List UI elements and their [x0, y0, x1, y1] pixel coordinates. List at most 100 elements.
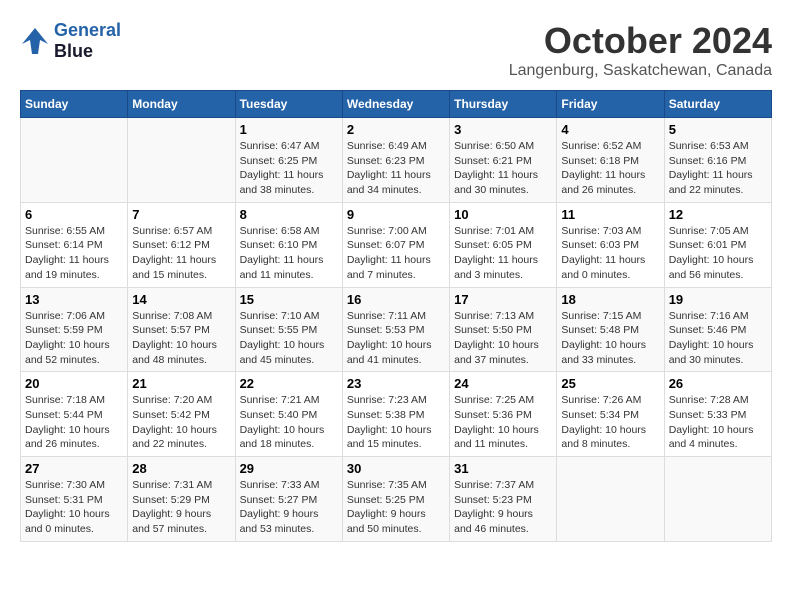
day-cell-30: 30Sunrise: 7:35 AM Sunset: 5:25 PM Dayli… — [342, 457, 449, 542]
day-cell-22: 22 Sunrise: 7:21 AM Sunset: 5:40 PM Dayli… — [235, 372, 342, 457]
day-info: Sunrise: 7:23 AM Sunset: 5:38 PM Dayligh… — [347, 393, 445, 452]
day-number: 23 — [347, 376, 445, 391]
header-monday: Monday — [128, 91, 235, 118]
day-cell-9: 9 Sunrise: 7:00 AM Sunset: 6:07 PM Daylig… — [342, 202, 449, 287]
empty-cell — [128, 118, 235, 203]
day-number: 25 — [561, 376, 659, 391]
day-cell-31: 31 Sunrise: 7:37 AM Sunset: 5:23 PM Dayli… — [450, 457, 557, 542]
day-info: Sunrise: 7:18 AM Sunset: 5:44 PM Dayligh… — [25, 393, 123, 452]
day-cell-5: 5 Sunrise: 6:53 AM Sunset: 6:16 PM Daylig… — [664, 118, 771, 203]
week-row-1: 1Sunrise: 6:47 AM Sunset: 6:25 PM Daylig… — [21, 118, 772, 203]
day-cell-26: 26 Sunrise: 7:28 AM Sunset: 5:33 PM Dayli… — [664, 372, 771, 457]
day-info: Sunrise: 6:58 AM Sunset: 6:10 PM Dayligh… — [240, 224, 338, 283]
day-number: 24 — [454, 376, 552, 391]
header-sunday: Sunday — [21, 91, 128, 118]
day-number: 26 — [669, 376, 767, 391]
day-info: Sunrise: 7:10 AM Sunset: 5:55 PM Dayligh… — [240, 309, 338, 368]
header-friday: Friday — [557, 91, 664, 118]
day-cell-19: 19 Sunrise: 7:16 AM Sunset: 5:46 PM Dayli… — [664, 287, 771, 372]
day-number: 11 — [561, 207, 659, 222]
day-number: 15 — [240, 292, 338, 307]
day-cell-20: 20 Sunrise: 7:18 AM Sunset: 5:44 PM Dayli… — [21, 372, 128, 457]
day-info: Sunrise: 6:52 AM Sunset: 6:18 PM Dayligh… — [561, 139, 659, 198]
week-row-2: 6Sunrise: 6:55 AM Sunset: 6:14 PM Daylig… — [21, 202, 772, 287]
day-cell-28: 28 Sunrise: 7:31 AM Sunset: 5:29 PM Dayli… — [128, 457, 235, 542]
calendar-table: SundayMondayTuesdayWednesdayThursdayFrid… — [20, 90, 772, 542]
day-cell-1: 1Sunrise: 6:47 AM Sunset: 6:25 PM Daylig… — [235, 118, 342, 203]
location: Langenburg, Saskatchewan, Canada — [509, 62, 772, 80]
day-cell-10: 10 Sunrise: 7:01 AM Sunset: 6:05 PM Dayli… — [450, 202, 557, 287]
empty-cell — [21, 118, 128, 203]
day-number: 31 — [454, 461, 552, 476]
day-info: Sunrise: 7:16 AM Sunset: 5:46 PM Dayligh… — [669, 309, 767, 368]
day-info: Sunrise: 6:57 AM Sunset: 6:12 PM Dayligh… — [132, 224, 230, 283]
week-row-5: 27Sunrise: 7:30 AM Sunset: 5:31 PM Dayli… — [21, 457, 772, 542]
day-cell-17: 17 Sunrise: 7:13 AM Sunset: 5:50 PM Dayli… — [450, 287, 557, 372]
empty-cell — [664, 457, 771, 542]
day-info: Sunrise: 7:08 AM Sunset: 5:57 PM Dayligh… — [132, 309, 230, 368]
day-cell-11: 11 Sunrise: 7:03 AM Sunset: 6:03 PM Dayli… — [557, 202, 664, 287]
day-info: Sunrise: 7:00 AM Sunset: 6:07 PM Dayligh… — [347, 224, 445, 283]
day-info: Sunrise: 7:13 AM Sunset: 5:50 PM Dayligh… — [454, 309, 552, 368]
day-cell-24: 24Sunrise: 7:25 AM Sunset: 5:36 PM Dayli… — [450, 372, 557, 457]
day-cell-3: 3Sunrise: 6:50 AM Sunset: 6:21 PM Daylig… — [450, 118, 557, 203]
day-number: 12 — [669, 207, 767, 222]
day-cell-2: 2 Sunrise: 6:49 AM Sunset: 6:23 PM Daylig… — [342, 118, 449, 203]
title-area: October 2024 Langenburg, Saskatchewan, C… — [509, 20, 772, 80]
day-number: 22 — [240, 376, 338, 391]
day-info: Sunrise: 7:01 AM Sunset: 6:05 PM Dayligh… — [454, 224, 552, 283]
day-cell-13: 13 Sunrise: 7:06 AM Sunset: 5:59 PM Dayli… — [21, 287, 128, 372]
day-info: Sunrise: 7:11 AM Sunset: 5:53 PM Dayligh… — [347, 309, 445, 368]
header-thursday: Thursday — [450, 91, 557, 118]
day-info: Sunrise: 7:15 AM Sunset: 5:48 PM Dayligh… — [561, 309, 659, 368]
day-cell-21: 21Sunrise: 7:20 AM Sunset: 5:42 PM Dayli… — [128, 372, 235, 457]
day-number: 20 — [25, 376, 123, 391]
day-info: Sunrise: 6:49 AM Sunset: 6:23 PM Dayligh… — [347, 139, 445, 198]
day-number: 17 — [454, 292, 552, 307]
header-tuesday: Tuesday — [235, 91, 342, 118]
day-number: 14 — [132, 292, 230, 307]
day-number: 18 — [561, 292, 659, 307]
week-row-3: 13 Sunrise: 7:06 AM Sunset: 5:59 PM Dayli… — [21, 287, 772, 372]
day-number: 29 — [240, 461, 338, 476]
page-header: General Blue October 2024 Langenburg, Sa… — [20, 20, 772, 80]
day-number: 28 — [132, 461, 230, 476]
day-info: Sunrise: 7:06 AM Sunset: 5:59 PM Dayligh… — [25, 309, 123, 368]
day-cell-27: 27Sunrise: 7:30 AM Sunset: 5:31 PM Dayli… — [21, 457, 128, 542]
logo: General Blue — [20, 20, 121, 62]
week-row-4: 20 Sunrise: 7:18 AM Sunset: 5:44 PM Dayli… — [21, 372, 772, 457]
day-info: Sunrise: 7:33 AM Sunset: 5:27 PM Dayligh… — [240, 478, 338, 537]
header-saturday: Saturday — [664, 91, 771, 118]
empty-cell — [557, 457, 664, 542]
day-cell-16: 16 Sunrise: 7:11 AM Sunset: 5:53 PM Dayli… — [342, 287, 449, 372]
day-number: 10 — [454, 207, 552, 222]
day-info: Sunrise: 6:53 AM Sunset: 6:16 PM Dayligh… — [669, 139, 767, 198]
day-number: 16 — [347, 292, 445, 307]
day-number: 6 — [25, 207, 123, 222]
day-cell-18: 18 Sunrise: 7:15 AM Sunset: 5:48 PM Dayli… — [557, 287, 664, 372]
logo-icon — [20, 26, 50, 56]
day-info: Sunrise: 7:26 AM Sunset: 5:34 PM Dayligh… — [561, 393, 659, 452]
day-number: 13 — [25, 292, 123, 307]
day-info: Sunrise: 7:21 AM Sunset: 5:40 PM Dayligh… — [240, 393, 338, 452]
day-info: Sunrise: 7:37 AM Sunset: 5:23 PM Dayligh… — [454, 478, 552, 537]
day-info: Sunrise: 7:05 AM Sunset: 6:01 PM Dayligh… — [669, 224, 767, 283]
logo-text: General Blue — [54, 20, 121, 62]
day-info: Sunrise: 7:03 AM Sunset: 6:03 PM Dayligh… — [561, 224, 659, 283]
day-info: Sunrise: 7:20 AM Sunset: 5:42 PM Dayligh… — [132, 393, 230, 452]
day-number: 30 — [347, 461, 445, 476]
day-number: 19 — [669, 292, 767, 307]
day-cell-4: 4Sunrise: 6:52 AM Sunset: 6:18 PM Daylig… — [557, 118, 664, 203]
day-cell-6: 6Sunrise: 6:55 AM Sunset: 6:14 PM Daylig… — [21, 202, 128, 287]
day-number: 9 — [347, 207, 445, 222]
day-info: Sunrise: 7:31 AM Sunset: 5:29 PM Dayligh… — [132, 478, 230, 537]
day-cell-7: 7Sunrise: 6:57 AM Sunset: 6:12 PM Daylig… — [128, 202, 235, 287]
day-cell-29: 29 Sunrise: 7:33 AM Sunset: 5:27 PM Dayli… — [235, 457, 342, 542]
day-info: Sunrise: 7:28 AM Sunset: 5:33 PM Dayligh… — [669, 393, 767, 452]
calendar-header-row: SundayMondayTuesdayWednesdayThursdayFrid… — [21, 91, 772, 118]
month-title: October 2024 — [509, 20, 772, 62]
day-number: 8 — [240, 207, 338, 222]
day-number: 2 — [347, 122, 445, 137]
day-info: Sunrise: 6:50 AM Sunset: 6:21 PM Dayligh… — [454, 139, 552, 198]
day-number: 5 — [669, 122, 767, 137]
